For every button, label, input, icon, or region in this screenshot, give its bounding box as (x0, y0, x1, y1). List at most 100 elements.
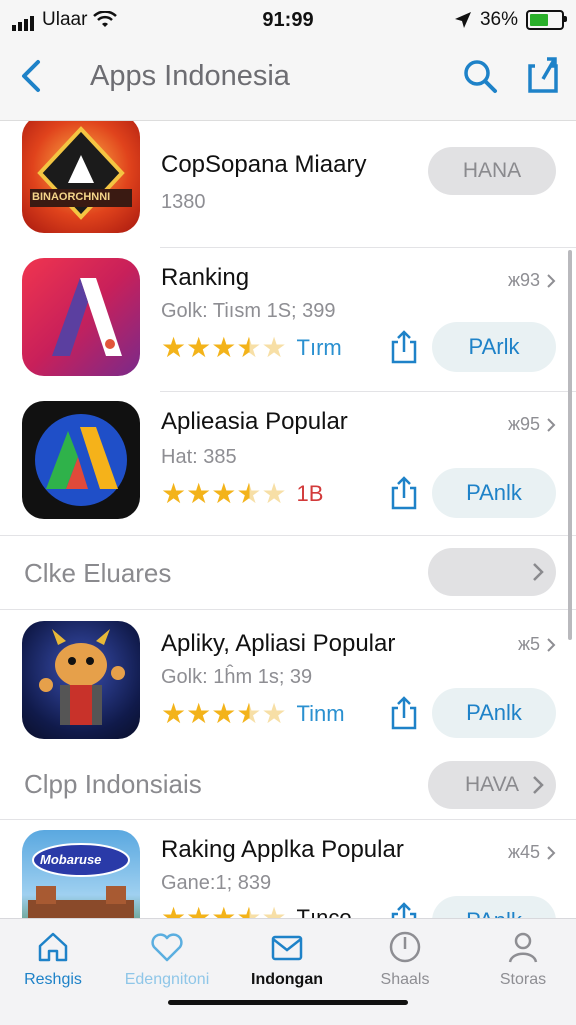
rank-indicator[interactable]: ж93 (508, 270, 556, 291)
star-empty-icon: ★ (261, 698, 287, 729)
app-subtitle: Hat: 385 (161, 446, 237, 468)
mascot-icon (39, 629, 125, 725)
location-icon (454, 12, 471, 28)
section-title: Clke Eluares (24, 558, 172, 588)
star-icon: ★ (186, 902, 212, 919)
castle-icon (28, 843, 134, 918)
rating-label: Tınco (296, 905, 352, 918)
star-icon: ★ (161, 332, 187, 363)
share-icon[interactable] (388, 694, 420, 732)
chevron-right-icon (533, 563, 544, 581)
star-half-icon: ★ (236, 478, 262, 509)
list-item[interactable]: Mobaruse Raking Applka Popular Gane:1; 8… (0, 820, 576, 918)
app-subtitle: Golk: Tiısm 1S; 399 (161, 300, 336, 322)
rank-label: ж5 (517, 634, 540, 654)
app-list[interactable]: BINAORCHNNI CopSopana Miaary 1380 HANA R… (0, 121, 576, 918)
share-icon[interactable] (522, 54, 564, 96)
rating-label: Tırm (296, 335, 342, 360)
page-title: Apps Indonesia (90, 60, 290, 92)
navigation-bar: Apps Indonesia (0, 40, 576, 121)
star-empty-icon: ★ (261, 332, 287, 363)
rating-label: Tinm (296, 701, 345, 726)
section-header[interactable]: Clke Eluares (0, 536, 576, 609)
heart-icon (151, 933, 183, 962)
share-icon[interactable] (388, 900, 420, 918)
list-item[interactable]: BINAORCHNNI CopSopana Miaary 1380 HANA (0, 121, 576, 247)
list-item[interactable]: Aplieasia Popular Hat: 385 ★ ★ ★ ★ ★ 1B ж95 … (0, 392, 576, 535)
icon-text: Mobaruse (40, 852, 102, 867)
app-name: Raking Applka Popular (161, 836, 404, 863)
tab-edengnitoni[interactable]: Edengnitoni (112, 929, 222, 989)
tab-reshgis[interactable]: Reshgis (0, 929, 108, 989)
app-icon: Mobaruse (22, 830, 140, 918)
get-button[interactable]: PAnlk (432, 896, 556, 918)
list-item[interactable]: Apliky, Apliasi Popular Golk: 1ĥm 1s; 39… (0, 610, 576, 753)
get-button[interactable]: PAnlk (432, 468, 556, 518)
app-name: Apliky, Apliasi Popular (161, 630, 396, 657)
star-half-icon: ★ (236, 698, 262, 729)
list-item[interactable]: Ranking Golk: Tiısm 1S; 399 ★ ★ ★ ★ ★ Tırm ж… (0, 248, 576, 391)
app-name: Aplieasia Popular (161, 408, 348, 435)
tab-label: Indongan (251, 971, 323, 988)
status-bar: Ulaar 91:99 36% (0, 0, 576, 40)
star-icon: ★ (161, 698, 187, 729)
star-icon: ★ (211, 478, 237, 509)
tab-label: Shaals (380, 971, 430, 988)
star-icon: ★ (186, 698, 212, 729)
tab-shaals[interactable]: Shaals (350, 929, 460, 989)
star-rating: ★ ★ ★ ★ ★ Tırm (161, 334, 342, 362)
chevron-right-icon (533, 776, 544, 794)
chevron-right-icon (547, 417, 556, 432)
section-title: Clpp Indonsiais (24, 769, 202, 799)
star-half-icon: ★ (236, 904, 261, 919)
clock-icon (389, 931, 421, 963)
rating-label: 1B (296, 481, 324, 506)
icon-text: BINAORCHNNI (32, 191, 111, 203)
star-icon: ★ (211, 332, 237, 363)
app-name: Ranking (161, 264, 250, 291)
star-icon: ★ (161, 478, 187, 509)
rank-indicator[interactable]: ж95 (508, 414, 556, 435)
star-empty-icon: ★ (261, 902, 287, 919)
star-rating: ★ ★ ★ ★ ★ Tınco (161, 902, 352, 919)
hana-button[interactable]: HANA (428, 147, 556, 195)
status-right: 36% (454, 9, 567, 31)
star-rating: ★ ★ ★ ★ ★ 1B (161, 480, 323, 508)
get-button[interactable]: PArlk (432, 322, 556, 372)
see-all-button[interactable] (428, 548, 556, 596)
tab-indongan[interactable]: Indongan (232, 929, 342, 989)
tab-storas[interactable]: Storas (468, 929, 576, 989)
star-icon: ★ (211, 902, 237, 919)
game-emblem-icon (30, 126, 132, 220)
chevron-right-icon (547, 273, 556, 288)
app-icon: BINAORCHNNI (22, 121, 140, 233)
star-icon: ★ (211, 698, 237, 729)
rank-label: ж93 (507, 270, 540, 290)
share-icon[interactable] (388, 328, 420, 366)
tab-label: Storas (499, 971, 547, 988)
search-icon[interactable] (460, 56, 500, 96)
rank-label: ж95 (507, 414, 540, 434)
app-name: CopSopana Miaary (161, 151, 367, 178)
star-half-icon: ★ (236, 332, 262, 363)
star-icon: ★ (161, 902, 187, 919)
rank-indicator[interactable]: ж5 (518, 634, 556, 655)
scrollbar[interactable] (568, 250, 572, 640)
share-icon[interactable] (388, 474, 420, 512)
section-header[interactable]: Clpp Indonsiais HAVA (0, 753, 576, 819)
battery-percent: 36% (479, 9, 518, 30)
rank-indicator[interactable]: ж45 (508, 842, 556, 863)
hava-button[interactable]: HAVA (428, 761, 556, 809)
home-indicator (168, 1000, 408, 1005)
get-button[interactable]: PAnlk (432, 688, 556, 738)
app-icon (22, 401, 140, 519)
back-chevron-icon[interactable] (14, 56, 54, 96)
chevron-right-icon (547, 845, 556, 860)
star-icon: ★ (186, 332, 212, 363)
app-icon (22, 258, 140, 376)
hava-label: HAVA (464, 773, 520, 796)
tab-label: Edengnitoni (124, 971, 210, 988)
app-subtitle: 1380 (161, 191, 206, 213)
person-icon (508, 932, 538, 963)
app-subtitle: Gane:1; 839 (161, 872, 272, 894)
